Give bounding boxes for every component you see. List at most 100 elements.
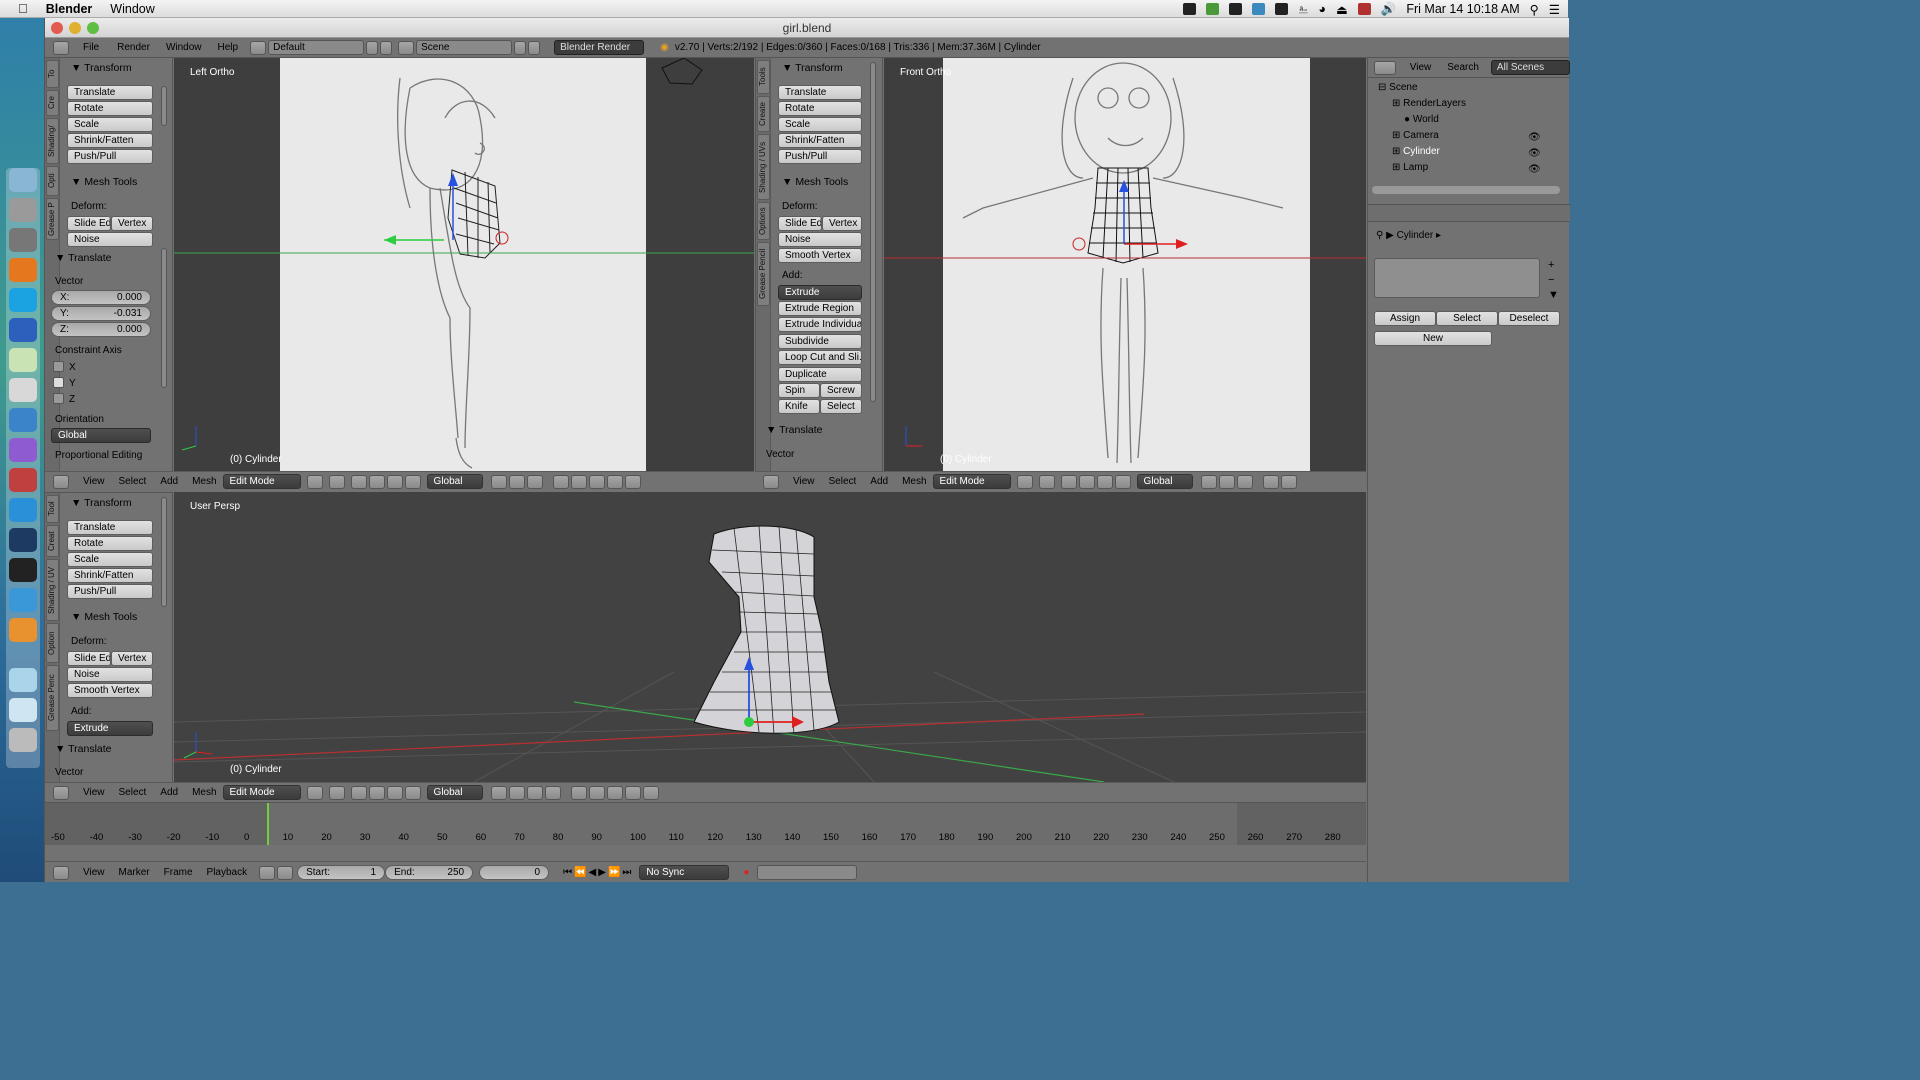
- menu-file[interactable]: File: [83, 42, 99, 53]
- mesh-tools-header[interactable]: ▼ Mesh Tools: [782, 176, 848, 188]
- translate-op-header[interactable]: ▼ Translate: [766, 424, 823, 436]
- menu-view[interactable]: View: [793, 476, 815, 487]
- rotate-manip-icon[interactable]: [1096, 474, 1113, 489]
- edge-select-icon[interactable]: [508, 474, 525, 489]
- tab-grease[interactable]: Grease P: [46, 198, 59, 240]
- menu-playback[interactable]: Playback: [207, 867, 248, 878]
- vector-z-field[interactable]: Z: 0.000: [51, 322, 151, 337]
- list-controls[interactable]: + − ▼: [1548, 258, 1562, 304]
- scale-manip-icon[interactable]: [1114, 474, 1131, 489]
- rotate-button[interactable]: Rotate: [67, 536, 153, 551]
- vertex-button[interactable]: Vertex: [111, 651, 153, 666]
- editor-type-icon[interactable]: [53, 785, 69, 800]
- viewport-user-persp[interactable]: User Persp (0) Cylinder: [174, 492, 1366, 782]
- add-layout-icon[interactable]: [366, 40, 379, 55]
- push-pull-button[interactable]: Push/Pull: [67, 584, 153, 599]
- menu-window[interactable]: Window: [166, 42, 202, 53]
- window-menu[interactable]: Window: [110, 2, 154, 16]
- eject-icon[interactable]: ⏏: [1336, 2, 1348, 17]
- close-icon[interactable]: [51, 22, 63, 34]
- loop-cut-button[interactable]: Loop Cut and Sli...: [778, 350, 862, 365]
- select-button[interactable]: Select: [1436, 311, 1498, 326]
- translate-button[interactable]: Translate: [67, 85, 153, 100]
- extrude-select[interactable]: Extrude: [67, 721, 153, 736]
- editor-type-icon[interactable]: [1374, 60, 1396, 75]
- transform-header[interactable]: ▼ Transform: [71, 497, 132, 509]
- tab-options[interactable]: Option: [46, 623, 59, 663]
- render-anim-icon[interactable]: [624, 474, 641, 489]
- app-menu[interactable]: Blender: [46, 2, 93, 16]
- constraint-z-checkbox[interactable]: [53, 393, 64, 404]
- render-icon[interactable]: [606, 474, 623, 489]
- finder-icon[interactable]: [9, 168, 37, 192]
- screw-button[interactable]: Screw: [820, 383, 862, 398]
- proportional-icon[interactable]: [1262, 474, 1279, 489]
- smooth-vertex-button[interactable]: Smooth Vertex: [778, 248, 862, 263]
- search-icon[interactable]: ⚲: [1530, 2, 1539, 17]
- shrink-fatten-button[interactable]: Shrink/Fatten: [67, 568, 153, 583]
- menu-view[interactable]: View: [83, 476, 105, 487]
- scale-button[interactable]: Scale: [67, 117, 153, 132]
- outliner-view-menu[interactable]: View: [1410, 62, 1432, 73]
- transform-header[interactable]: ▼ Transform: [782, 62, 843, 74]
- mesh-tools-header[interactable]: ▼ Mesh Tools: [71, 176, 137, 188]
- shrink-fatten-button[interactable]: Shrink/Fatten: [67, 133, 153, 148]
- current-frame-field[interactable]: 0: [479, 865, 550, 880]
- end-frame-field[interactable]: End: 250: [385, 865, 474, 880]
- constraint-y-checkbox[interactable]: [53, 377, 64, 388]
- scale-button[interactable]: Scale: [778, 117, 862, 132]
- rotate-button[interactable]: Rotate: [67, 101, 153, 116]
- folder-icon[interactable]: [9, 668, 37, 692]
- scene-select[interactable]: Scene: [416, 40, 513, 55]
- trash-icon[interactable]: [9, 728, 37, 752]
- outliner-item-renderlayers[interactable]: ⊞ RenderLayers: [1368, 96, 1568, 112]
- layout-icon[interactable]: [250, 40, 267, 55]
- mode-select[interactable]: Edit Mode: [222, 785, 301, 800]
- start-frame-field[interactable]: Start: 1: [297, 865, 386, 880]
- menu-marker[interactable]: Marker: [119, 867, 150, 878]
- extrude-region-button[interactable]: Extrude Region: [778, 301, 862, 316]
- download-icon[interactable]: [1206, 3, 1220, 15]
- vertex-select-icon[interactable]: [490, 474, 507, 489]
- outliner-scrollbar[interactable]: [1372, 186, 1560, 194]
- lock-icon[interactable]: [277, 865, 294, 880]
- volume-icon[interactable]: 🔊: [1381, 2, 1397, 17]
- extrude-individual-button[interactable]: Extrude Individual: [778, 317, 862, 332]
- tab-tools[interactable]: Tool: [46, 495, 59, 523]
- face-select-icon[interactable]: [526, 785, 543, 800]
- translate-manip-icon[interactable]: [1078, 474, 1095, 489]
- tab-grease[interactable]: Grease Pencil: [757, 242, 770, 306]
- rotate-button[interactable]: Rotate: [778, 101, 862, 116]
- menu-frame[interactable]: Frame: [164, 867, 193, 878]
- editor-type-icon[interactable]: [53, 40, 69, 55]
- duplicate-button[interactable]: Duplicate: [778, 367, 862, 382]
- browser-icon[interactable]: [9, 588, 37, 612]
- orientation-select[interactable]: Global: [1136, 474, 1193, 489]
- settings-icon[interactable]: [9, 228, 37, 252]
- rotate-manip-icon[interactable]: [386, 785, 403, 800]
- notes-icon[interactable]: [1229, 3, 1243, 15]
- timeline[interactable]: -50 -40 -30 -20 -10 0 10 20 30 40 50 60 70 80 90 100 110…: [45, 802, 1366, 882]
- rocket-icon[interactable]: [9, 198, 37, 222]
- menu-select[interactable]: Select: [119, 787, 147, 798]
- tab-tools[interactable]: Tools: [757, 60, 770, 94]
- tab-options[interactable]: Opti: [46, 166, 59, 196]
- push-pull-button[interactable]: Push/Pull: [67, 149, 153, 164]
- keying-set-field[interactable]: [757, 865, 858, 880]
- shading-icon[interactable]: [1016, 474, 1033, 489]
- itunes-icon[interactable]: [9, 498, 37, 522]
- sync-select[interactable]: No Sync: [639, 865, 730, 880]
- edge-select-icon[interactable]: [508, 785, 525, 800]
- preview-icon[interactable]: [9, 408, 37, 432]
- noise-button[interactable]: Noise: [67, 667, 153, 682]
- menu-add[interactable]: Add: [870, 476, 888, 487]
- editor-type-icon[interactable]: [53, 474, 69, 489]
- snap-target-icon[interactable]: [606, 785, 623, 800]
- assign-button[interactable]: Assign: [1374, 311, 1436, 326]
- menu-select[interactable]: Select: [119, 476, 147, 487]
- skype-icon[interactable]: [9, 288, 37, 312]
- vertex-button[interactable]: Vertex: [822, 216, 862, 231]
- preview-range-icon[interactable]: [259, 865, 276, 880]
- slide-edge-button[interactable]: Slide Ed: [778, 216, 822, 231]
- slide-edge-button[interactable]: Slide Ed: [67, 651, 111, 666]
